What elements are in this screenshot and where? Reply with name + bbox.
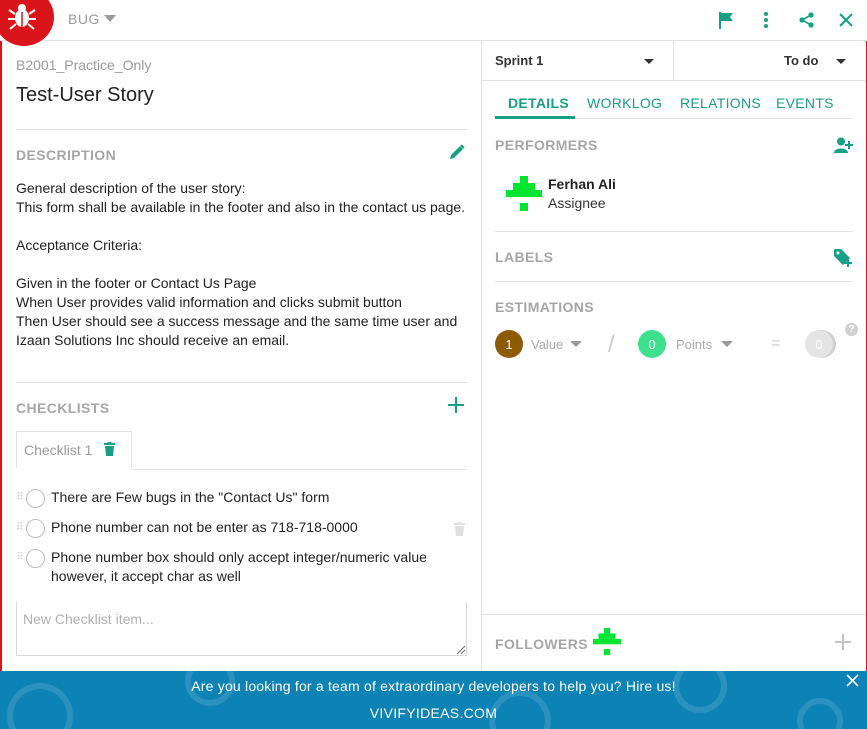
estimations-heading: ESTIMATIONS (495, 299, 595, 315)
help-icon[interactable]: ? (845, 323, 858, 336)
drag-handle-icon[interactable]: ⠿ (16, 488, 26, 507)
tab-events[interactable]: EVENTS (776, 95, 834, 111)
story-main-panel: B2001_Practice_Only Test-User Story DESC… (2, 41, 482, 671)
checklist-tab[interactable]: Checklist 1 (16, 431, 132, 469)
labels-heading: LABELS (495, 249, 554, 265)
sprint-value: Sprint 1 (495, 53, 544, 68)
promo-banner: Are you looking for a team of extraordin… (0, 671, 867, 729)
checklist-item-text[interactable]: Phone number can not be enter as 718-718… (51, 518, 431, 537)
resize-handle-icon[interactable] (457, 646, 465, 654)
caret-down-icon (836, 59, 846, 64)
story-title[interactable]: Test-User Story (16, 84, 154, 107)
description-text[interactable]: General description of the user story: T… (16, 179, 466, 350)
estimation-row: 1 Value / 0 Points = 0 (495, 329, 855, 359)
checklist-checkbox[interactable] (26, 549, 45, 568)
add-checklist-plus-icon[interactable] (448, 397, 464, 418)
checklist-tab-label: Checklist 1 (24, 442, 93, 458)
top-bar: BUG (0, 0, 867, 46)
performer-role: Assignee (548, 195, 606, 211)
caret-down-icon[interactable] (570, 341, 582, 347)
banner-message: Are you looking for a team of extraordin… (191, 678, 676, 694)
divider (16, 382, 467, 383)
new-checklist-item-placeholder: New Checklist item... (23, 611, 154, 627)
divider (482, 614, 866, 615)
divider (495, 231, 853, 232)
performer-avatar-icon (506, 176, 542, 217)
drag-handle-icon[interactable]: ⠿ (16, 518, 26, 537)
checklist-tab-divider (132, 469, 467, 470)
caret-down-icon[interactable] (721, 341, 733, 347)
followers-heading: FOLLOWERS (495, 636, 589, 652)
equals-sign: = (771, 335, 781, 352)
details-tabs: DETAILS WORKLOG RELATIONS EVENTS (495, 81, 853, 119)
description-heading: DESCRIPTION (16, 147, 117, 163)
tab-details[interactable]: DETAILS (508, 95, 569, 111)
checklist-item-text[interactable]: Phone number box should only accept inte… (51, 548, 431, 586)
value-label[interactable]: Value (531, 337, 563, 352)
add-label-icon[interactable] (834, 248, 853, 272)
banner-link[interactable]: VIVIFYIDEAS.COM (0, 705, 867, 721)
trash-icon[interactable] (104, 441, 116, 459)
new-checklist-item-input[interactable]: New Checklist item... (16, 602, 467, 656)
checklists-heading: CHECKLISTS (16, 400, 110, 416)
more-vertical-icon[interactable] (757, 10, 775, 30)
checklist-item: ⠿ There are Few bugs in the "Contact Us"… (16, 488, 431, 508)
points-label[interactable]: Points (676, 337, 712, 352)
tab-relations[interactable]: RELATIONS (680, 95, 761, 111)
story-details-panel: Sprint 1 To do DETAILS WORKLOG RELATIONS… (482, 41, 866, 671)
flag-icon[interactable] (717, 10, 735, 30)
checklist-item: ⠿ Phone number can not be enter as 718-7… (16, 518, 431, 538)
delete-item-trash-icon[interactable] (454, 522, 465, 541)
divider (16, 129, 467, 130)
divider (495, 281, 853, 282)
active-tab-indicator (495, 116, 575, 119)
value-badge: 1 (495, 330, 523, 358)
tab-worklog[interactable]: WORKLOG (587, 95, 662, 111)
drag-handle-icon[interactable]: ⠿ (16, 548, 26, 567)
follower-avatar-icon (593, 628, 621, 661)
points-badge: 0 (638, 330, 666, 358)
project-key: B2001_Practice_Only (16, 57, 152, 73)
bug-logo-icon (0, 0, 54, 46)
close-icon[interactable] (837, 10, 855, 30)
checklist-checkbox[interactable] (26, 489, 45, 508)
caret-down-icon (644, 59, 654, 64)
issue-type-label: BUG (68, 11, 100, 27)
add-follower-plus-icon[interactable] (835, 634, 851, 655)
checklist-checkbox[interactable] (26, 519, 45, 538)
result-badge: 0 (805, 330, 833, 358)
caret-down-icon (103, 15, 116, 22)
divider-slash: / (608, 331, 615, 358)
issue-type-dropdown[interactable]: BUG (68, 11, 116, 27)
close-banner-icon[interactable] (846, 674, 859, 692)
performers-heading: PERFORMERS (495, 137, 598, 153)
checklist-item-text[interactable]: There are Few bugs in the "Contact Us" f… (51, 488, 431, 507)
status-value: To do (784, 53, 819, 68)
edit-pencil-icon[interactable] (449, 144, 465, 165)
add-performer-icon[interactable] (834, 137, 853, 158)
performer-name[interactable]: Ferhan Ali (548, 176, 616, 192)
status-dropdown[interactable]: To do (674, 41, 866, 81)
checklist-item: ⠿ Phone number box should only accept in… (16, 548, 431, 586)
sprint-dropdown[interactable]: Sprint 1 (482, 41, 674, 81)
share-icon[interactable] (797, 10, 815, 30)
